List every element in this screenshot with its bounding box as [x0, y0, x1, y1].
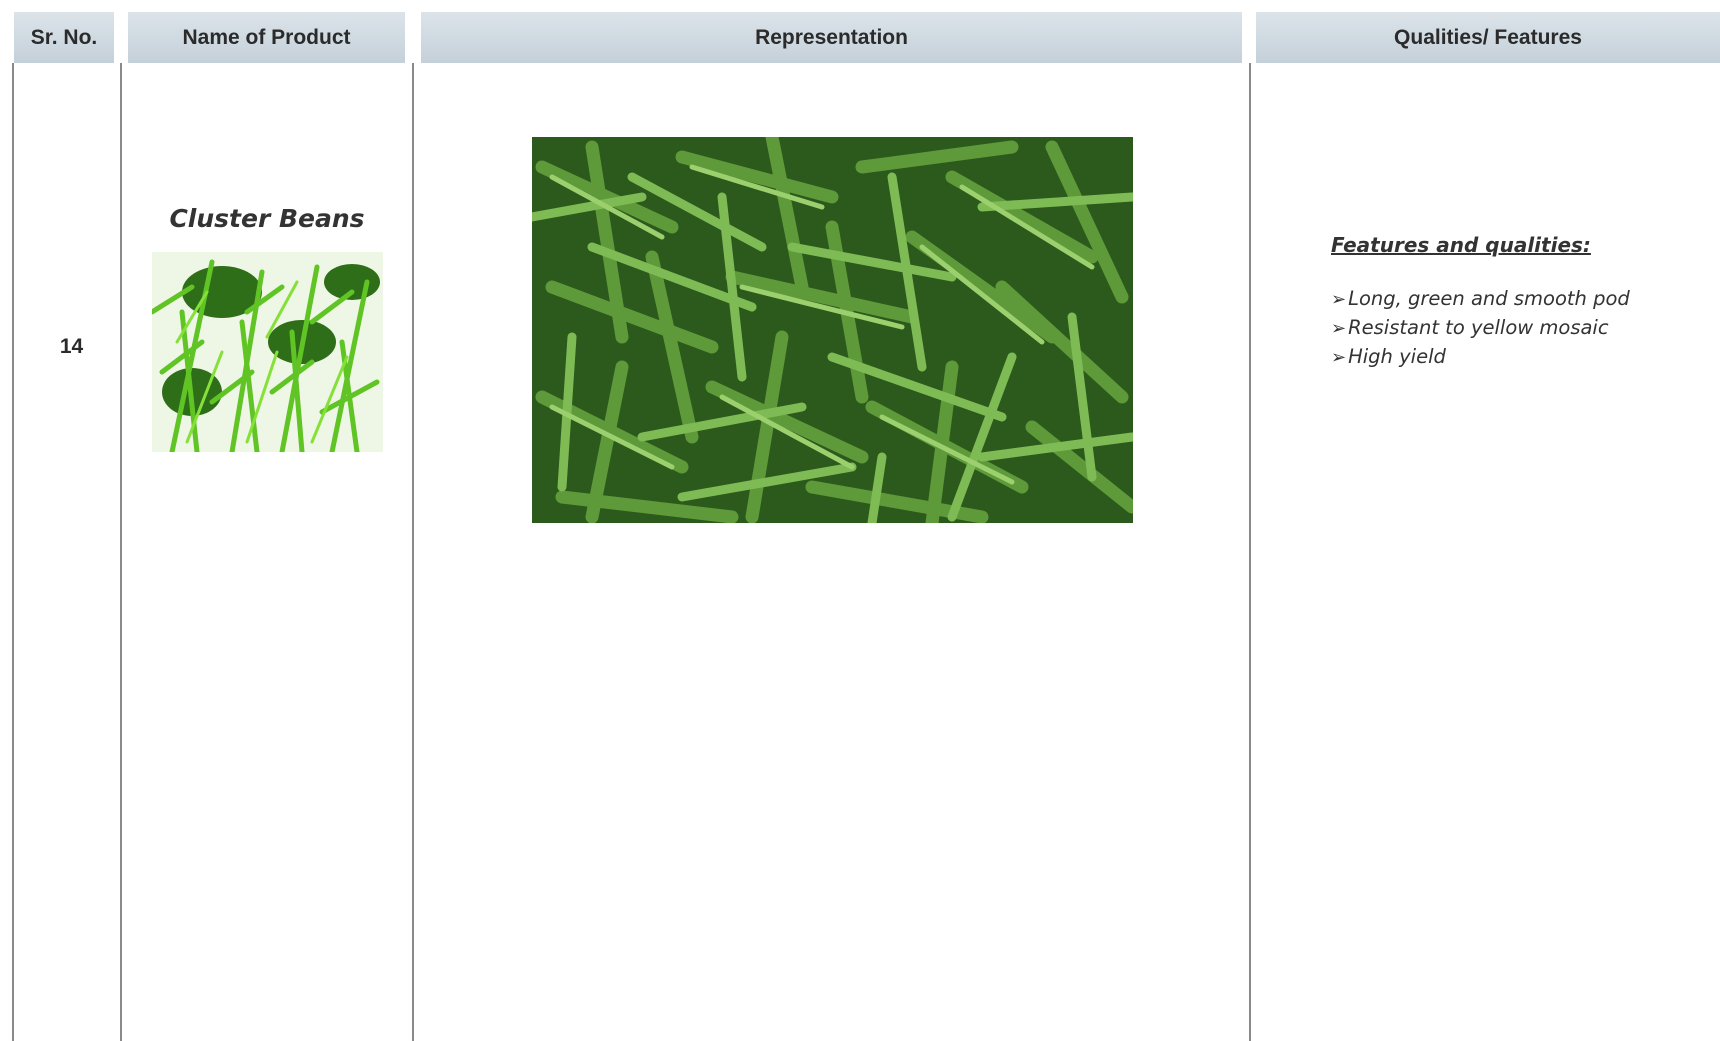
bean-pods-illustration: [532, 137, 1133, 523]
feature-text: Resistant to yellow mosaic: [1348, 316, 1609, 339]
features-section: Features and qualities: ➢ Long, green and…: [1331, 233, 1711, 372]
header-product-name: Name of Product: [128, 12, 405, 63]
header-representation: Representation: [421, 12, 1242, 63]
column-divider: [1249, 63, 1251, 1041]
arrowhead-bullet-icon: ➢: [1331, 318, 1347, 339]
product-table-page: Sr. No. Name of Product Representation Q…: [0, 0, 1720, 1041]
feature-item: ➢ Long, green and smooth pod: [1331, 285, 1711, 314]
column-divider: [12, 63, 14, 1041]
features-list: ➢ Long, green and smooth pod ➢ Resistant t…: [1331, 285, 1711, 372]
arrowhead-bullet-icon: ➢: [1331, 347, 1347, 368]
column-divider: [412, 63, 414, 1041]
feature-text: High yield: [1348, 345, 1446, 368]
cluster-bean-plant-illustration: [152, 252, 383, 452]
column-divider: [120, 63, 122, 1041]
cluster-beans-photo: [532, 137, 1133, 523]
feature-item: ➢ Resistant to yellow mosaic: [1331, 314, 1711, 343]
arrowhead-bullet-icon: ➢: [1331, 289, 1347, 310]
feature-item: ➢ High yield: [1331, 343, 1711, 372]
header-qualities-features: Qualities/ Features: [1256, 12, 1720, 63]
feature-text: Long, green and smooth pod: [1348, 287, 1630, 310]
features-title: Features and qualities:: [1331, 233, 1591, 257]
header-sr-no: Sr. No.: [14, 12, 114, 63]
plant-thumbnail-image: [152, 252, 383, 452]
product-name: Cluster Beans: [169, 204, 365, 233]
serial-number: 14: [59, 335, 84, 358]
